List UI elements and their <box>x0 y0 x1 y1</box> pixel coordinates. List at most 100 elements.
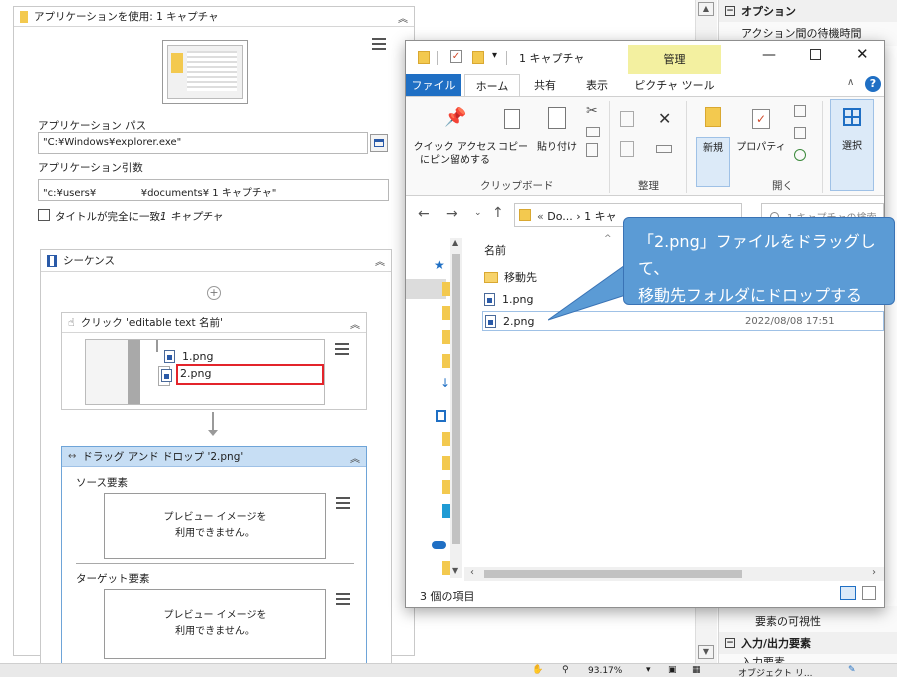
collapse-chevron-icon[interactable]: ︽ <box>398 10 408 25</box>
nav-folder-icon[interactable] <box>442 456 450 470</box>
copy-to-icon[interactable] <box>620 141 634 157</box>
details-view-icon[interactable] <box>840 586 856 600</box>
new-folder-icon[interactable] <box>472 51 484 64</box>
app-args-field[interactable]: "c:¥users¥ ¥documents¥ 1 キャプチャ" <box>38 179 389 201</box>
quick-access-star-icon[interactable]: ★ <box>434 258 445 272</box>
properties-button[interactable]: プロパティ <box>736 141 786 154</box>
title-bar[interactable]: ✓ ▾ 1 キャプチャ 管理 — ✕ <box>406 41 884 74</box>
copy-path-icon[interactable] <box>586 127 600 137</box>
rename-icon[interactable] <box>656 145 672 153</box>
nav-3d-icon[interactable] <box>442 504 450 518</box>
file-row-folder[interactable]: 移動先 <box>484 267 537 287</box>
activity-menu-icon[interactable] <box>333 341 351 357</box>
properties-check-icon[interactable]: ✓ <box>450 50 462 63</box>
tab-view[interactable]: 表示 <box>574 74 620 96</box>
column-header-name[interactable]: 名前 <box>484 242 506 258</box>
tab-picture-tools[interactable]: ピクチャ ツール <box>628 74 721 96</box>
scroll-down-icon[interactable]: ▼ <box>452 566 458 575</box>
nav-folder-icon[interactable] <box>442 306 450 320</box>
nav-folder-icon[interactable] <box>442 432 450 446</box>
nav-folder-icon[interactable] <box>442 354 450 368</box>
nav-folder-icon[interactable] <box>442 480 450 494</box>
click-activity-header[interactable]: ☝ クリック 'editable text 名前' ︽ <box>62 313 366 333</box>
nav-scrollbar[interactable]: ▲ ▼ <box>450 238 462 578</box>
fit-screen-icon[interactable]: ▣ <box>668 665 677 675</box>
target-menu-icon[interactable] <box>334 591 352 607</box>
file-explorer-window[interactable]: ✓ ▾ 1 キャプチャ 管理 — ✕ ファイル ホーム 共有 表示 ピクチャ ツ… <box>405 40 885 608</box>
scroll-up-button[interactable]: ▲ <box>698 2 714 16</box>
overview-icon[interactable]: ▦ <box>692 665 701 675</box>
file-row-1png[interactable]: 1.png <box>484 289 533 309</box>
add-activity-icon[interactable]: + <box>207 286 221 300</box>
customize-quick-access-icon[interactable]: ▾ <box>492 50 497 61</box>
help-icon[interactable]: ? <box>865 76 881 92</box>
paste-button[interactable]: 貼り付け <box>534 141 580 154</box>
content-hscrollbar[interactable]: ‹ › <box>464 567 884 581</box>
paste-shortcut-icon[interactable] <box>586 143 598 157</box>
zoom-search-icon[interactable]: ⚲ <box>562 665 569 675</box>
scroll-down-button[interactable]: ▼ <box>698 645 714 659</box>
new-button[interactable]: 新規 <box>696 137 730 187</box>
open-icon[interactable] <box>794 105 806 117</box>
tab-file[interactable]: ファイル <box>406 74 461 96</box>
nav-folder-icon[interactable] <box>442 561 450 575</box>
properties-tab-icon[interactable]: ✎ <box>848 665 856 675</box>
delete-icon[interactable]: ✕ <box>658 109 671 128</box>
drag-drop-header[interactable]: ↔ ドラッグ アンド ドロップ '2.png' ︽ <box>62 447 366 467</box>
app-path-field[interactable]: "C:¥Windows¥explorer.exe" <box>38 132 368 154</box>
edit-icon[interactable] <box>794 127 806 139</box>
click-activity[interactable]: ☝ クリック 'editable text 名前' ︽ 1.png 2.png <box>61 312 367 410</box>
drag-drop-activity[interactable]: ↔ ドラッグ アンド ドロップ '2.png' ︽ ソース要素 プレビュー イメ… <box>61 446 367 668</box>
cut-icon[interactable]: ✂ <box>586 103 598 119</box>
title-match-checkbox[interactable] <box>38 209 50 221</box>
collapse-chevron-icon[interactable]: ︽ <box>350 316 360 331</box>
recent-locations-icon[interactable]: ⌄ <box>474 208 482 218</box>
forward-button[interactable]: → <box>446 206 458 222</box>
browse-button[interactable] <box>370 134 388 152</box>
select-button[interactable]: 選択 <box>830 99 874 191</box>
manage-context-tab[interactable]: 管理 <box>628 45 721 74</box>
options-header[interactable]: − オプション <box>719 0 897 22</box>
scroll-left-icon[interactable]: ‹ <box>470 567 474 578</box>
file-row-2png[interactable]: 2.png 2022/08/08 17:51 <box>482 311 884 331</box>
sequence-header[interactable]: シーケンス ︽ <box>41 250 391 272</box>
nav-downloads-icon[interactable]: ↓ <box>440 376 450 390</box>
use-application-activity[interactable]: アプリケーションを使用: 1 キャプチャ ︽ アプリケーション パス "C:¥W… <box>13 6 415 669</box>
scroll-up-icon[interactable]: ▲ <box>452 238 458 247</box>
use-application-header[interactable]: アプリケーションを使用: 1 キャプチャ ︽ <box>14 7 414 27</box>
collapse-icon[interactable]: − <box>725 6 735 16</box>
minimize-button[interactable]: — <box>762 47 776 63</box>
nav-folder-icon[interactable] <box>442 330 450 344</box>
history-icon[interactable] <box>794 149 806 161</box>
copy-button[interactable]: コピー <box>498 141 528 154</box>
up-button[interactable]: ↑ <box>492 205 504 221</box>
zoom-dropdown-icon[interactable]: ▾ <box>646 665 651 675</box>
nav-library-icon[interactable] <box>436 410 446 422</box>
back-button[interactable]: ← <box>418 206 430 222</box>
input-element-row[interactable]: 入力要素 <box>719 654 897 663</box>
object-repository-tab[interactable]: オブジェクト リ... <box>738 666 812 679</box>
collapse-ribbon-icon[interactable]: ∧ <box>847 77 854 88</box>
nav-selected-item[interactable] <box>406 279 446 299</box>
close-button[interactable]: ✕ <box>856 45 869 63</box>
collapse-icon[interactable]: − <box>725 638 735 648</box>
collapse-chevron-icon[interactable]: ︽ <box>350 450 360 465</box>
scroll-right-icon[interactable]: › <box>872 567 876 578</box>
nav-scroll-thumb[interactable] <box>452 254 460 544</box>
collapse-chevron-icon[interactable]: ︽ <box>375 253 385 268</box>
hscroll-thumb[interactable] <box>484 570 742 578</box>
pin-quick-access-button[interactable]: クイック アクセス にピン留めする <box>412 141 498 167</box>
move-to-icon[interactable] <box>620 111 634 127</box>
sequence-activity[interactable]: シーケンス ︽ + ☝ クリック 'editable text 名前' ︽ 1.… <box>40 249 392 669</box>
activity-menu-icon[interactable] <box>370 36 388 52</box>
nav-folder-icon[interactable] <box>442 282 450 296</box>
visibility-row[interactable]: 要素の可視性 <box>719 610 897 632</box>
tab-home[interactable]: ホーム <box>464 74 520 96</box>
source-menu-icon[interactable] <box>334 495 352 511</box>
large-icons-view-icon[interactable] <box>862 586 876 600</box>
nav-onedrive-icon[interactable] <box>432 541 446 549</box>
io-header[interactable]: − 入力/出力要素 <box>719 632 897 654</box>
zoom-level[interactable]: 93.17% <box>588 666 622 676</box>
maximize-button[interactable] <box>810 49 821 60</box>
pan-hand-icon[interactable]: ✋ <box>532 665 543 675</box>
